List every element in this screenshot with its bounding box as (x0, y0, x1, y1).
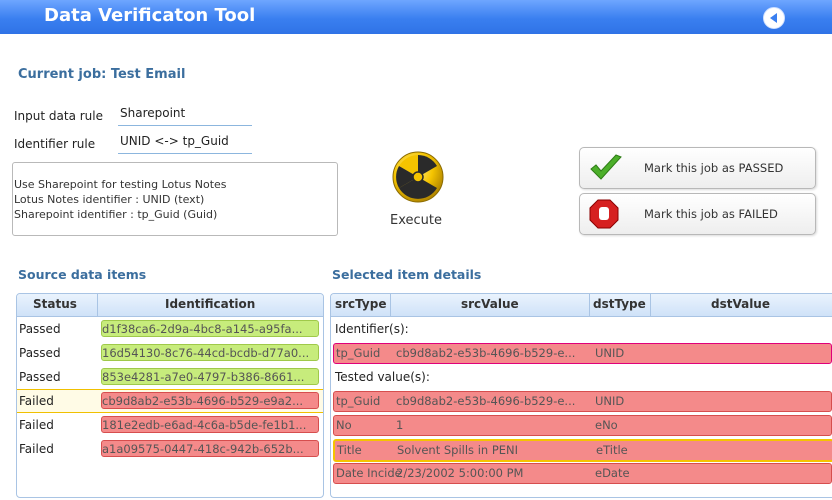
row-identification: 16d54130-8c76-44cd-bcdb-d77a0... (101, 344, 319, 361)
row-identification: a1a09575-0447-418c-942b-652b... (101, 440, 319, 457)
details-grid[interactable]: srcType srcValue dstType dstValue Identi… (330, 293, 832, 498)
details-grid-header: srcType srcValue dstType dstValue (331, 294, 832, 317)
detail-row[interactable]: Date Incide 2/23/2002 5:00:00 PM eDate (333, 463, 832, 484)
column-header-srcvalue[interactable]: srcValue (461, 297, 519, 311)
detail-srctype: tp_Guid (336, 346, 381, 360)
identifier-rule-field[interactable]: UNID <-> tp_Guid (118, 134, 252, 154)
detail-srctype: Date Incide (336, 466, 402, 480)
detail-dsttype: UNID (595, 394, 625, 408)
mark-passed-label: Mark this job as PASSED (644, 161, 784, 175)
back-button[interactable] (763, 7, 785, 29)
detail-row-identifier[interactable]: tp_Guid cb9d8ab2-e53b-4696-b529-e... UNI… (333, 343, 832, 364)
column-header-dsttype[interactable]: dstType (593, 297, 646, 311)
column-header-identification[interactable]: Identification (165, 297, 255, 311)
description-box[interactable]: Use Sharepoint for testing Lotus Notes L… (12, 162, 338, 236)
table-row[interactable]: Failed a1a09575-0447-418c-942b-652b... (17, 438, 323, 460)
detail-srctype: tp_Guid (336, 394, 381, 408)
row-status: Passed (19, 370, 61, 384)
detail-srcvalue: cb9d8ab2-e53b-4696-b529-e... (396, 394, 576, 408)
table-row[interactable]: Passed d1f38ca6-2d9a-4bc8-a145-a95fa... (17, 318, 323, 340)
table-row[interactable]: Failed 181e2edb-e6ad-4c6a-b5de-fe1b1... (17, 414, 323, 436)
row-status: Failed (19, 418, 54, 432)
tested-group-label: Tested value(s): (335, 370, 430, 384)
column-separator (97, 294, 98, 316)
table-row-selected[interactable]: Failed cb9d8ab2-e53b-4696-b529-e9a2... (17, 389, 323, 413)
row-status: Passed (19, 346, 61, 360)
description-line: Sharepoint identifier : tp_Guid (Guid) (14, 208, 218, 221)
identifier-group-label: Identifier(s): (335, 322, 409, 336)
job-title: Current job: Test Email (18, 67, 186, 82)
column-separator (589, 294, 590, 316)
column-header-status[interactable]: Status (33, 297, 77, 311)
source-grid-header: Status Identification (17, 294, 323, 317)
row-identification: 181e2edb-e6ad-4c6a-b5de-fe1b1... (101, 416, 319, 433)
detail-dsttype: eNo (595, 418, 618, 432)
mark-passed-button[interactable]: Mark this job as PASSED (579, 147, 816, 189)
radiation-icon[interactable] (392, 151, 444, 203)
detail-row[interactable]: tp_Guid cb9d8ab2-e53b-4696-b529-e... UNI… (333, 391, 832, 412)
mark-failed-label: Mark this job as FAILED (644, 207, 778, 221)
detail-srctype: Title (337, 443, 362, 457)
row-identification: cb9d8ab2-e53b-4696-b529-e9a2... (101, 392, 319, 409)
title-bar: Data Verificaton Tool (0, 0, 832, 34)
row-status: Failed (19, 394, 54, 408)
stop-hand-icon (589, 199, 619, 229)
detail-srcvalue: cb9d8ab2-e53b-4696-b529-e... (396, 346, 576, 360)
source-grid[interactable]: Status Identification Passed d1f38ca6-2d… (16, 293, 324, 498)
table-row[interactable]: Passed 853e4281-a7e0-4797-b386-8661... (17, 366, 323, 388)
details-section-title: Selected item details (332, 267, 482, 282)
input-rule-label: Input data rule (14, 109, 103, 123)
app-title: Data Verificaton Tool (44, 5, 256, 26)
row-status: Passed (19, 322, 61, 336)
detail-srcvalue: 1 (396, 418, 404, 432)
column-header-dstvalue[interactable]: dstValue (711, 297, 770, 311)
column-header-srctype[interactable]: srcType (335, 297, 387, 311)
row-identification: d1f38ca6-2d9a-4bc8-a145-a95fa... (101, 320, 319, 337)
detail-row[interactable]: Title Solvent Spills in PENI eTitle (333, 439, 832, 462)
description-line: Lotus Notes identifier : UNID (text) (14, 193, 205, 206)
detail-dsttype: eTitle (596, 443, 628, 457)
detail-dsttype: UNID (595, 346, 625, 360)
column-separator (390, 294, 391, 316)
mark-failed-button[interactable]: Mark this job as FAILED (579, 193, 816, 235)
detail-srcvalue: 2/23/2002 5:00:00 PM (396, 466, 524, 480)
description-line: Use Sharepoint for testing Lotus Notes (14, 178, 227, 191)
check-icon (590, 154, 622, 180)
identifier-rule-label: Identifier rule (14, 137, 96, 151)
detail-srcvalue: Solvent Spills in PENI (397, 443, 519, 457)
row-status: Failed (19, 442, 54, 456)
detail-dsttype: eDate (595, 466, 630, 480)
source-section-title: Source data items (18, 267, 147, 282)
execute-label[interactable]: Execute (390, 213, 442, 228)
column-separator (650, 294, 651, 316)
table-row[interactable]: Passed 16d54130-8c76-44cd-bcdb-d77a0... (17, 342, 323, 364)
detail-row[interactable]: No 1 eNo (333, 415, 832, 436)
row-identification: 853e4281-a7e0-4797-b386-8661... (101, 368, 319, 385)
detail-srctype: No (336, 418, 352, 432)
back-arrow-icon (770, 13, 777, 23)
input-rule-field[interactable]: Sharepoint (118, 106, 252, 126)
